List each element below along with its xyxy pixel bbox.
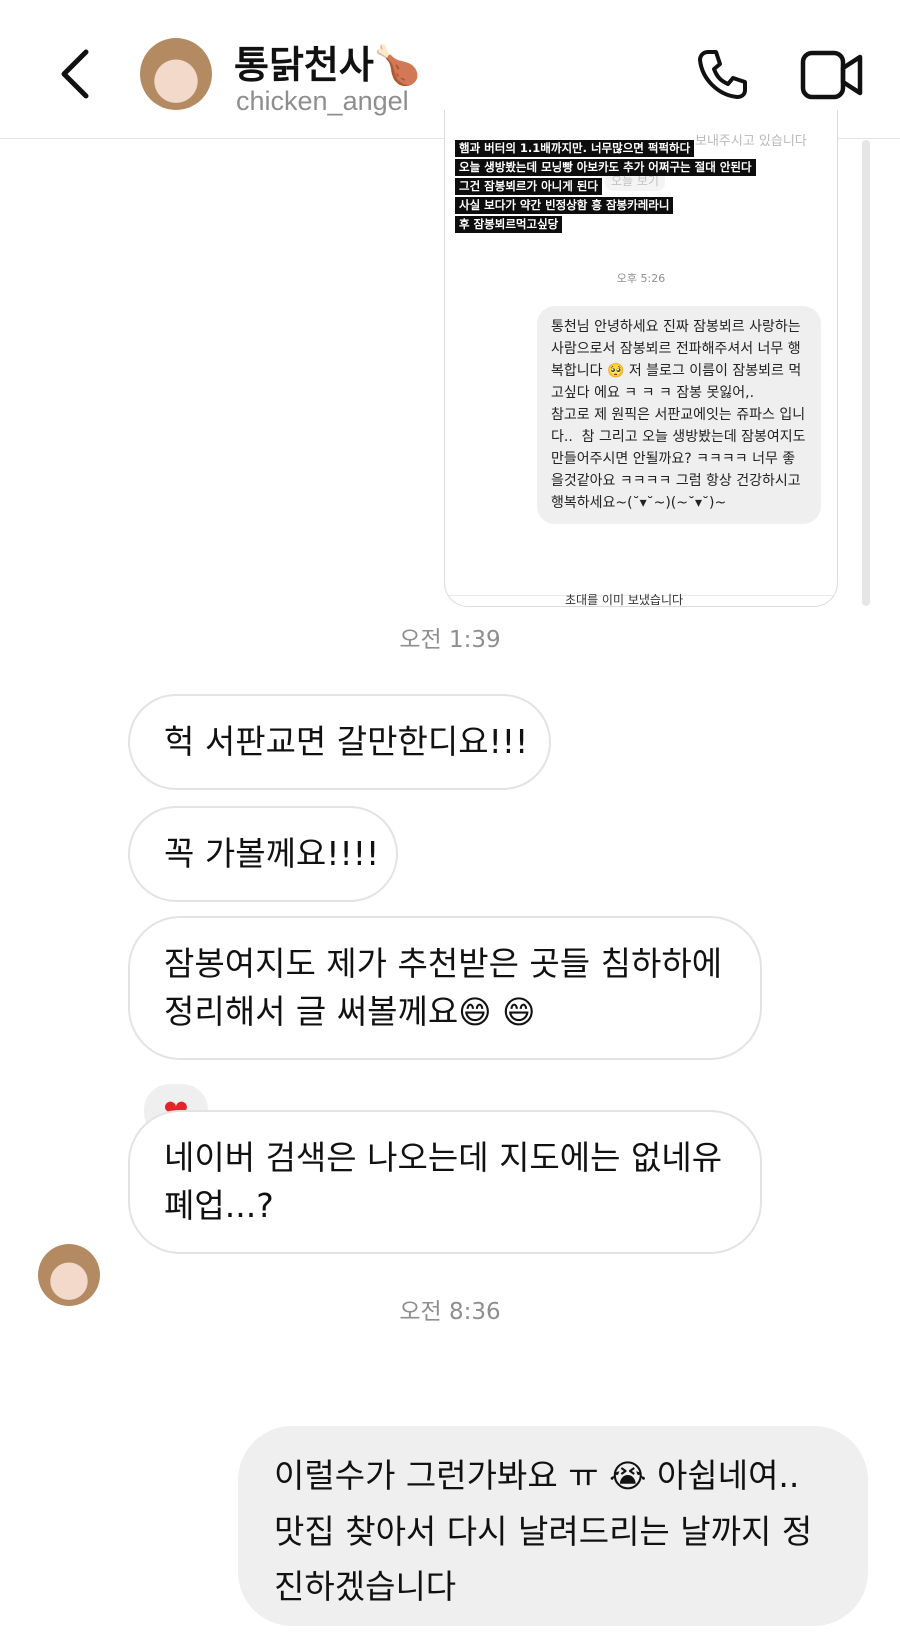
- message-text: 네이버 검색은 나오는데 지도에는 없네유: [164, 1138, 723, 1177]
- inner-timestamp: 오후 5:26: [616, 272, 666, 285]
- phone-icon[interactable]: [694, 46, 750, 102]
- message-bubble-incoming[interactable]: 잠봉여지도 제가 추천받은 곳들 침하하에 정리해서 글 써볼께요😄 😄: [128, 916, 762, 1060]
- video-call-icon[interactable]: [800, 48, 864, 102]
- message-text: 헉 서판교면 갈만한디요!!!: [164, 722, 529, 761]
- caption-line: 오늘 생방봤는데 모닝빵 아보카도 추가 어쩌구는 절대 안된다: [455, 159, 756, 176]
- message-bubble-incoming[interactable]: 꼭 가볼께요!!!!: [128, 806, 398, 902]
- message-text: 맛집 찾아서 다시 날려드리는 날까지 정: [274, 1512, 813, 1551]
- message-text: 정리해서 글 써볼께요: [164, 992, 459, 1031]
- drumstick-emoji: 🍗: [373, 43, 422, 87]
- caption-line: 후 잠봉뵈르먹고싶당: [455, 216, 563, 233]
- grinning-face-emoji: 😄: [502, 993, 536, 1031]
- inner-footer: 초대를 이미 보냈습니다: [445, 593, 837, 606]
- contact-name[interactable]: 통닭천사🍗: [234, 34, 421, 89]
- caption-line: 햄과 버터의 1.1배까지만. 너무많으면 퍽퍽하다: [455, 140, 695, 157]
- back-arrow-icon[interactable]: [52, 44, 102, 104]
- message-bubble-incoming[interactable]: 네이버 검색은 나오는데 지도에는 없네유 폐업...?: [128, 1110, 762, 1254]
- contact-name-text: 통닭천사: [234, 43, 374, 87]
- message-bubble-outgoing[interactable]: 이럴수가 그런가봐요 ㅠ 😭 아쉽네여.. 맛집 찾아서 다시 날려드리는 날까…: [238, 1426, 868, 1626]
- message-text: 폐업...?: [164, 1186, 274, 1225]
- message-text: 꼭 가볼께요!!!!: [164, 834, 380, 873]
- message-text: 잠봉여지도 제가 추천받은 곳들 침하하에: [164, 944, 723, 983]
- caption-line: 그건 잠봉뵈르가 아니게 된다: [455, 178, 602, 195]
- message-text-line2: 정리해서 글 써볼께요😄 😄: [164, 988, 726, 1036]
- message-text: 진하겠습니다: [274, 1567, 457, 1606]
- message-text: 아쉽네여..: [656, 1456, 800, 1495]
- caption-line: 사실 보다가 약간 빈정상함 흥 잠봉카레라니: [455, 197, 674, 214]
- grinning-face-emoji: 😄: [458, 993, 492, 1031]
- message-text: 이럴수가 그런가봐요 ㅠ: [274, 1456, 599, 1495]
- timestamp: 오전 1:39: [399, 627, 501, 653]
- inner-footer-text: 초대를 이미 보냈습니다: [565, 593, 684, 607]
- contact-avatar[interactable]: [140, 38, 212, 110]
- contact-handle[interactable]: chicken_angel: [236, 86, 409, 117]
- crying-face-emoji: 😭: [609, 1457, 647, 1495]
- message-bubble-incoming[interactable]: 헉 서판교면 갈만한디요!!!: [128, 694, 551, 790]
- inner-message-bubble: 통천님 안녕하세요 진짜 잠봉뵈르 사랑하는 사람으로서 잠봉뵈르 전파해주셔서…: [537, 306, 821, 524]
- scrollbar[interactable]: [862, 140, 870, 606]
- timestamp: 오전 8:36: [399, 1299, 501, 1325]
- message-text-line1: 이럴수가 그런가봐요 ㅠ 😭 아쉽네여..: [274, 1448, 832, 1504]
- shared-screenshot-image[interactable]: 보내주시고 있습니다 오늘 보기 햄과 버터의 1.1배까지만. 너무많으면 퍽…: [444, 110, 838, 607]
- caption-stack: 햄과 버터의 1.1배까지만. 너무많으면 퍽퍽하다 오늘 생방봤는데 모닝빵 …: [455, 140, 756, 235]
